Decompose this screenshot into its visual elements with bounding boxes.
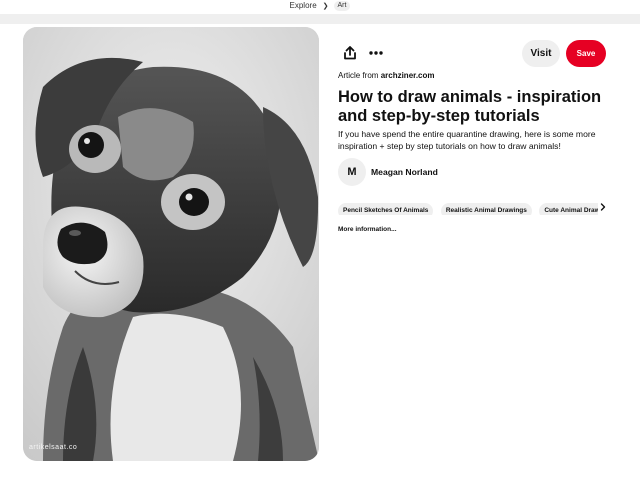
breadcrumb: Explore ❯ Art	[0, 0, 640, 11]
tag-pill[interactable]: Pencil Sketches Of Animals	[338, 203, 434, 215]
share-icon	[344, 46, 356, 60]
chevron-right-icon	[600, 203, 606, 211]
tag-pill[interactable]: Realistic Animal Drawings	[440, 203, 532, 215]
source-domain-link[interactable]: archziner.com	[381, 71, 435, 80]
share-button[interactable]	[338, 41, 362, 65]
puppy-drawing	[23, 27, 319, 461]
source-line: Article from archziner.com	[338, 71, 435, 80]
tags-scroll-right-button[interactable]	[598, 199, 608, 215]
watermark: artikelsaat.co	[29, 444, 78, 451]
author-name[interactable]: Meagan Norland	[371, 167, 438, 177]
header-band	[0, 14, 640, 24]
visit-button[interactable]: Visit	[522, 40, 560, 67]
pin-description: If you have spend the entire quarantine …	[338, 129, 596, 151]
save-button[interactable]: Save	[566, 40, 606, 67]
author[interactable]: M Meagan Norland	[338, 158, 438, 186]
pin-image[interactable]: artikelsaat.co	[23, 27, 319, 461]
tag-pill[interactable]: Cute Animal Drawings	[539, 203, 600, 215]
avatar[interactable]: M	[338, 158, 366, 186]
chevron-right-icon: ❯	[322, 2, 329, 10]
breadcrumb-art[interactable]: Art	[333, 0, 351, 11]
source-prefix: Article from	[338, 71, 379, 80]
tag-list: Pencil Sketches Of Animals Realistic Ani…	[338, 199, 600, 215]
more-information-link[interactable]: More information...	[338, 226, 397, 233]
breadcrumb-explore[interactable]: Explore	[290, 1, 317, 10]
pin-actions: Visit Save	[338, 40, 606, 67]
pin-title: How to draw animals - inspiration and st…	[338, 88, 602, 125]
more-options-button[interactable]	[364, 41, 388, 65]
ellipsis-icon	[369, 51, 383, 55]
